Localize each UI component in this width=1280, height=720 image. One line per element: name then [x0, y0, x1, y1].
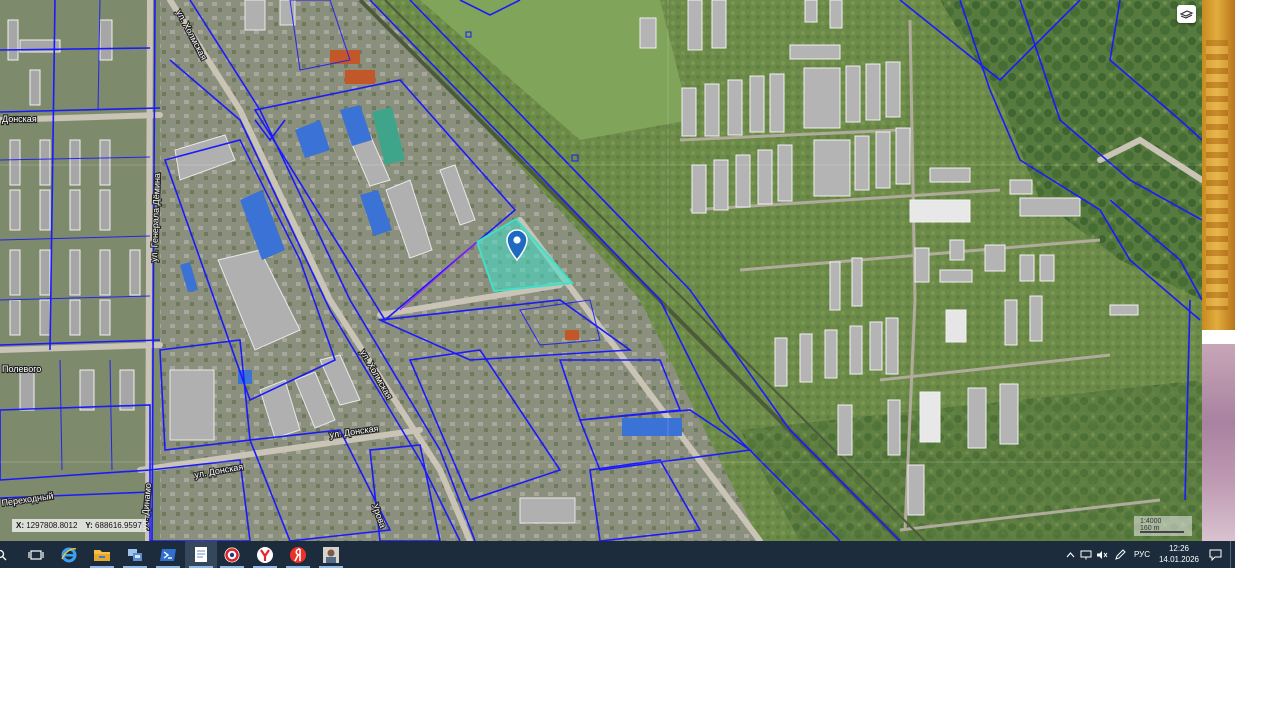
layers-button[interactable]: [1177, 5, 1196, 23]
pen-tray-button[interactable]: [1113, 541, 1127, 568]
taskbar-app-network[interactable]: [119, 541, 151, 568]
internet-explorer-icon: [61, 547, 77, 562]
layers-icon: [1179, 10, 1194, 19]
input-language-indicator[interactable]: РУС: [1134, 541, 1150, 568]
powershell-icon: [160, 548, 176, 561]
taskbar-app-yandex[interactable]: [282, 541, 314, 568]
aerial-imagery: ул. Холмская ул. Донская ул. Донская Дон…: [0, 0, 1202, 541]
task-view-icon: [28, 549, 44, 560]
file-explorer-icon: [94, 549, 110, 561]
chrome-like-icon: [224, 547, 240, 562]
taskbar-clock[interactable]: 12:26 14.01.2026: [1158, 543, 1200, 566]
notification-icon: [1209, 549, 1221, 561]
taskbar-app-photo[interactable]: [315, 541, 347, 568]
show-hidden-icons-button[interactable]: [1064, 541, 1076, 568]
taskbar-app-yandex-browser[interactable]: [249, 541, 281, 568]
network-tray-button[interactable]: [1079, 541, 1093, 568]
chevron-up-icon: [1066, 551, 1074, 557]
scale-bar: 1:4000 160 m: [1134, 516, 1192, 536]
taskbar-app-powershell[interactable]: [152, 541, 184, 568]
y-coord-label: Y:: [85, 521, 93, 530]
yandex-browser-icon: [257, 546, 273, 563]
network-icon: [1080, 550, 1092, 559]
pen-icon: [1115, 548, 1126, 560]
volume-tray-button[interactable]: [1095, 541, 1109, 568]
notepad-icon: [195, 547, 207, 562]
background-window-edge: [1202, 0, 1235, 541]
x-coord-label: X:: [16, 521, 24, 530]
taskbar-app-file-explorer[interactable]: [86, 541, 118, 568]
clock-time: 12:26: [1168, 544, 1190, 553]
street-label: Полевого: [2, 364, 41, 374]
y-coord-value: 688616.9597: [95, 521, 142, 530]
cadastral-map[interactable]: ул. Холмская ул. Донская ул. Донская Дон…: [0, 0, 1202, 541]
windows-taskbar: РУС 12:26 14.01.2026: [0, 541, 1235, 568]
action-center-button[interactable]: [1203, 541, 1227, 568]
street-label: Донская: [2, 114, 37, 124]
x-coord-value: 1297808.8012: [26, 521, 78, 530]
coordinate-readout: X: 1297808.8012 Y: 688616.9597: [12, 519, 146, 532]
network-app-icon: [128, 548, 142, 561]
show-desktop-button[interactable]: [1230, 541, 1236, 568]
clock-date: 14.01.2026: [1158, 555, 1200, 564]
search-button[interactable]: [0, 541, 12, 568]
taskbar-app-notepad[interactable]: [185, 541, 217, 568]
yandex-icon: [290, 546, 306, 563]
search-icon: [0, 549, 7, 560]
photo-app-icon: [323, 546, 339, 563]
task-view-button[interactable]: [20, 541, 52, 568]
taskbar-app-browser[interactable]: [216, 541, 248, 568]
volume-muted-icon: [1097, 550, 1108, 559]
taskbar-app-internet-explorer[interactable]: [53, 541, 85, 568]
